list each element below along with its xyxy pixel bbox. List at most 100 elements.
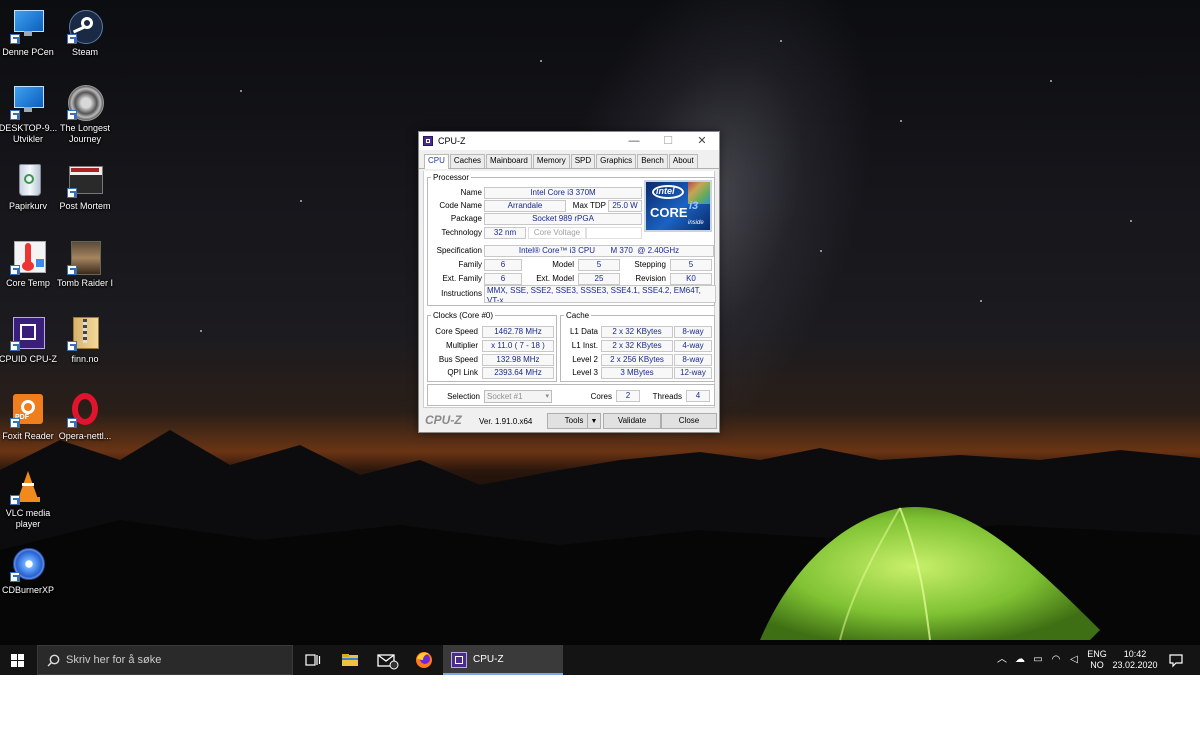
specification-value: Intel® Core™ i3 CPU M 370 @ 2.40GHz [484,245,714,257]
close-window-button[interactable]: ✕ [685,132,719,150]
desktop-icon-vlc[interactable]: VLC media player [0,469,58,530]
cd-burner-icon [10,546,46,582]
instructions-label: Instructions [441,289,482,298]
clock[interactable]: 10:42 23.02.2020 [1110,649,1160,671]
mail-icon [377,654,399,670]
bus-speed-value: 132.98 MHz [482,354,554,366]
cpu-z-app-icon [423,136,433,146]
tab-bar: CPU Caches Mainboard Memory SPD Graphics… [419,150,719,169]
firefox-button[interactable] [414,650,434,670]
technology-value: 32 nm [484,227,526,239]
windows-logo-icon [11,654,24,667]
tab-mainboard[interactable]: Mainboard [486,154,532,168]
l1-data-value: 2 x 32 KBytes [601,326,673,338]
bus-speed-label: Bus Speed [438,355,478,364]
core-speed-label: Core Speed [435,327,478,336]
l1-data-assoc: 8-way [674,326,712,338]
start-button[interactable] [0,645,36,675]
desktop-icon-desktop-utvikler[interactable]: DESKTOP-9... Utvikler [0,84,58,145]
multiplier-value: x 11.0 ( 7 - 18 ) [482,340,554,352]
input-language[interactable]: ENG NO [1083,649,1111,671]
wifi-icon[interactable]: ◠ [1050,654,1062,666]
level3-value: 3 MBytes [601,367,673,379]
desktop-icon-cdburnerxp[interactable]: CDBurnerXP [0,546,58,596]
maximize-button[interactable]: ☐ [651,132,685,150]
l1-inst-label: L1 Inst. [571,341,598,350]
tab-cpu[interactable]: CPU [424,154,449,169]
l1-inst-value: 2 x 32 KBytes [601,340,673,352]
desktop-icon-longest-journey[interactable]: The Longest Journey [55,84,115,145]
clock-time: 10:42 [1123,649,1147,659]
desktop-icon-label: The Longest Journey [59,123,111,144]
taskbar: Skriv her for å søke CPU-Z ︿ ☁ ▭ ◠ ◁ ENG… [0,645,1200,675]
firefox-icon [416,652,432,668]
window-title: CPU-Z [438,136,466,146]
tab-memory[interactable]: Memory [532,154,570,168]
opera-icon [67,392,103,428]
desktop-icon-label: Papirkurv [8,201,47,211]
clock-date: 23.02.2020 [1112,660,1158,670]
cpu-z-icon [10,315,46,351]
desktop-icon-label: Denne PCen [2,47,54,57]
desktop-icon-foxit-reader[interactable]: PDF Foxit Reader [0,392,58,442]
keyboard-layout: NO [1090,660,1104,670]
desktop-icon-this-pc[interactable]: Denne PCen [0,8,58,58]
search-box[interactable]: Skriv her for å søke [37,645,293,675]
model-label: Model [552,260,574,269]
foxit-icon: PDF [10,392,46,428]
taskbar-item-cpuz[interactable]: CPU-Z [443,645,563,675]
search-icon [47,654,60,667]
volume-icon[interactable]: ◁ [1068,654,1080,666]
desktop-icon-post-mortem[interactable]: Post Mortem [55,162,115,212]
cpu-panel: Processor Name Intel Core i3 370M Code N… [423,171,716,408]
tab-spd[interactable]: SPD [570,154,596,168]
tools-dropdown-button[interactable]: ▼ [587,413,601,429]
battery-icon[interactable]: ▭ [1032,654,1044,666]
name-label: Name [460,188,482,197]
maxtdp-label: Max TDP [572,201,606,210]
longest-journey-icon [67,84,104,121]
level2-label: Level 2 [572,355,598,364]
clocks-group-title: Clocks (Core #0) [433,311,494,320]
tab-graphics[interactable]: Graphics [596,154,637,168]
intel-logo-model: i3 [689,200,699,212]
folder-icon [342,654,358,666]
onedrive-icon[interactable]: ☁ [1014,654,1026,666]
close-button[interactable]: Close [661,413,717,429]
action-center-button[interactable] [1166,650,1186,670]
tab-bench[interactable]: Bench [637,154,668,168]
title-bar[interactable]: CPU-Z — ☐ ✕ [419,132,719,150]
recycle-bin-icon [10,162,46,198]
language-code: ENG [1087,649,1107,659]
desktop-icon-label: Post Mortem [59,201,111,211]
desktop-icon-cpuid-cpuz[interactable]: CPUID CPU-Z [0,315,58,365]
show-hidden-icons-button[interactable]: ︿ [996,654,1008,666]
tent [760,507,1100,641]
desktop-icon-opera[interactable]: Opera-nettl... [55,392,115,442]
intel-logo-line: CORE [650,205,688,220]
desktop-icon-core-temp[interactable]: Core Temp [0,239,58,289]
minimize-button[interactable]: — [617,132,651,150]
chevron-down-icon: ▼ [590,418,598,425]
family-label: Family [458,260,482,269]
desktop-icon-label: Foxit Reader [2,431,54,441]
desktop-icon-steam[interactable]: Steam [55,8,115,58]
socket-select[interactable]: Socket #1 ▾ [484,390,552,403]
task-view-button[interactable] [303,650,323,670]
mail-button[interactable] [377,650,399,670]
file-explorer-button[interactable] [340,650,360,670]
cpuz-brand: CPU-Z [425,413,462,427]
desktop-icon-tomb-raider[interactable]: Tomb Raider I [55,239,115,289]
thermometer-icon [10,239,46,275]
ext-model-value: 25 [578,273,620,285]
search-placeholder: Skriv her for å søke [66,654,162,666]
tab-about[interactable]: About [668,154,698,168]
validate-button[interactable]: Validate [603,413,661,429]
threads-label: Threads [652,392,682,401]
model-value: 5 [578,259,620,271]
selection-label: Selection [447,392,480,401]
tab-caches[interactable]: Caches [449,154,486,168]
desktop-icon-recycle-bin[interactable]: Papirkurv [0,162,58,212]
desktop-icon-finn[interactable]: finn.no [55,315,115,365]
instructions-value: MMX, SSE, SSE2, SSE3, SSSE3, SSE4.1, SSE… [484,285,716,303]
